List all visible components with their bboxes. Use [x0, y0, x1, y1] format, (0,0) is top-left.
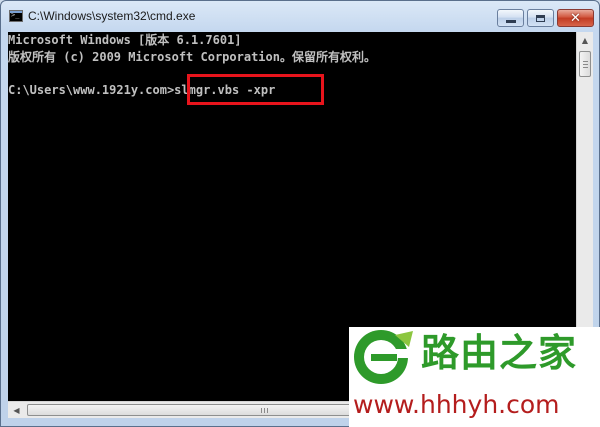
thumb-grip [583, 67, 588, 68]
scroll-left-icon[interactable]: ◀ [8, 402, 25, 418]
scroll-up-icon[interactable]: ▲ [577, 32, 593, 49]
minimize-button[interactable] [497, 9, 524, 27]
minimize-icon [505, 19, 516, 23]
console-line-version: Microsoft Windows [版本 6.1.7601] [8, 33, 242, 47]
console-line-copyright: 版权所有 (c) 2009 Microsoft Corporation。保留所有… [8, 50, 376, 64]
router-logo-icon [354, 330, 413, 384]
close-button[interactable]: ✕ [557, 9, 594, 27]
title-bar[interactable]: >_ C:\Windows\system32\cmd.exe ✕ [1, 1, 599, 31]
thumb-grip [583, 61, 588, 62]
cmd-icon[interactable]: >_ [9, 10, 23, 22]
maximize-icon [536, 14, 545, 22]
thumb-grip [583, 64, 588, 65]
thumb-grip [261, 408, 262, 413]
maximize-button[interactable] [527, 9, 554, 27]
watermark-url: www.hhhyh.com [353, 390, 560, 419]
command-highlight-box [187, 74, 324, 105]
cmd-icon-prompt: >_ [11, 11, 20, 19]
thumb-grip [267, 408, 268, 413]
site-watermark: 路由之家 www.hhhyh.com [349, 327, 600, 427]
watermark-site-name: 路由之家 [421, 331, 578, 375]
vertical-scroll-thumb[interactable] [579, 51, 591, 77]
close-icon: ✕ [570, 10, 581, 26]
window-title: C:\Windows\system32\cmd.exe [28, 9, 196, 23]
thumb-grip [264, 408, 265, 413]
